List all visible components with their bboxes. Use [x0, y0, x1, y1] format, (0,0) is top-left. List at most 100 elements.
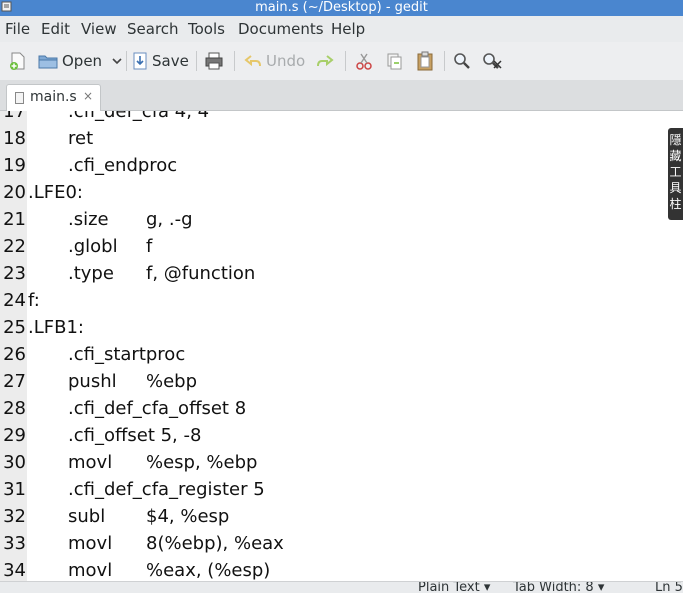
code-operand: %esp, %ebp	[146, 452, 258, 473]
undo-icon	[244, 55, 261, 67]
cut-button[interactable]	[356, 42, 372, 80]
toolbar-separator	[444, 51, 445, 71]
code-text: ret	[68, 128, 94, 149]
line-number: 31	[3, 479, 26, 500]
menu-file[interactable]: File	[5, 20, 30, 38]
code-text: subl	[68, 506, 106, 527]
ime-panel-char: 柱	[669, 197, 682, 211]
code-text: .globl	[68, 236, 118, 257]
status-bar: Plain Text ▾ Tab Width: 8 ▾ Ln 5	[0, 581, 683, 593]
gedit-app-icon	[1, 1, 12, 12]
menu-documents[interactable]: Documents	[238, 20, 324, 38]
code-text: .type	[68, 263, 114, 284]
cursor-position: Ln 5	[655, 581, 683, 593]
ime-panel-char: 藏	[669, 149, 682, 163]
code-line[interactable]: 17 .cfi_def_cfa 4, 4	[0, 111, 683, 128]
line-number: 32	[3, 506, 26, 527]
save-button[interactable]: Save	[132, 42, 189, 80]
line-number: 19	[3, 155, 26, 176]
code-text: .cfi_def_cfa_offset 8	[68, 398, 247, 419]
find-button[interactable]	[453, 42, 471, 80]
code-operand: 8(%ebp), %eax	[146, 533, 284, 554]
code-line[interactable]: 25 .LFB1:	[0, 317, 683, 344]
toolbar-separator	[345, 51, 346, 71]
code-line[interactable]: 24 f:	[0, 290, 683, 317]
save-icon	[133, 52, 147, 70]
line-number: 17	[3, 111, 26, 122]
find-replace-button[interactable]	[482, 42, 502, 80]
ime-panel-char: 隱	[669, 133, 682, 147]
code-line[interactable]: 27 pushl %ebp	[0, 371, 683, 398]
code-line[interactable]: 32 subl $4, %esp	[0, 506, 683, 533]
toolbar-separator	[234, 51, 235, 71]
code-line[interactable]: 31 .cfi_def_cfa_register 5	[0, 479, 683, 506]
code-operand: %eax, (%esp)	[146, 560, 271, 581]
document-tab-bar: main.s ×	[0, 80, 683, 111]
code-text: .cfi_def_cfa 4, 4	[68, 111, 210, 122]
code-text: .cfi_offset 5, -8	[68, 425, 202, 446]
code-line[interactable]: 18 ret	[0, 128, 683, 155]
toolbar-separator	[196, 51, 197, 71]
code-operand: %ebp	[146, 371, 198, 392]
line-number: 24	[3, 290, 26, 311]
code-line[interactable]: 29 .cfi_offset 5, -8	[0, 425, 683, 452]
title-bar: main.s (~/Desktop) - gedit	[0, 0, 683, 16]
code-operand: f, @function	[146, 263, 256, 284]
line-number: 20	[3, 182, 26, 203]
search-icon	[454, 53, 470, 69]
code-line[interactable]: 33 movl 8(%ebp), %eax	[0, 533, 683, 560]
open-label: Open	[62, 52, 103, 70]
menu-search[interactable]: Search	[127, 20, 179, 38]
language-selector[interactable]: Plain Text ▾	[418, 582, 490, 593]
print-button[interactable]	[204, 42, 224, 80]
line-number: 34	[3, 560, 26, 581]
new-document-button[interactable]	[9, 42, 27, 80]
undo-button[interactable]: Undo	[244, 42, 305, 80]
menu-bar: File Edit View Search Tools Documents He…	[0, 16, 683, 42]
close-tab-icon[interactable]: ×	[83, 89, 93, 103]
menu-help[interactable]: Help	[331, 20, 365, 38]
menu-edit[interactable]: Edit	[41, 20, 70, 38]
tab-width-selector[interactable]: Tab Width: 8 ▾	[513, 582, 604, 593]
code-text: pushl	[68, 371, 117, 392]
new-document-icon	[10, 52, 25, 70]
paste-button[interactable]	[416, 42, 434, 80]
code-line[interactable]: 26 .cfi_startproc	[0, 344, 683, 371]
code-text: movl	[68, 560, 113, 581]
line-number: 27	[3, 371, 26, 392]
code-text: .cfi_endproc	[68, 155, 178, 176]
redo-button[interactable]	[316, 42, 334, 80]
folder-icon	[38, 55, 58, 69]
undo-label: Undo	[266, 52, 306, 70]
copy-button[interactable]	[386, 42, 402, 80]
code-line[interactable]: 30 movl %esp, %ebp	[0, 452, 683, 479]
ime-panel-char: 工	[669, 165, 682, 179]
code-line[interactable]: 34 movl %eax, (%esp)	[0, 560, 683, 581]
code-line[interactable]: 19 .cfi_endproc	[0, 155, 683, 182]
line-number: 26	[3, 344, 26, 365]
code-line[interactable]: 23 .type f, @function	[0, 263, 683, 290]
window-title: main.s (~/Desktop) - gedit	[255, 0, 428, 15]
code-text: .cfi_startproc	[68, 344, 186, 365]
code-line[interactable]: 22 .globl f	[0, 236, 683, 263]
line-number: 22	[3, 236, 26, 257]
code-text: movl	[68, 452, 113, 473]
code-text: .cfi_def_cfa_register 5	[68, 479, 265, 500]
search-replace-icon	[483, 53, 502, 69]
code-line[interactable]: 21 .size g, .-g	[0, 209, 683, 236]
text-editor[interactable]: 17 .cfi_def_cfa 4, 4 18 ret 19 .cfi_endproc 20…	[0, 111, 683, 581]
code-line[interactable]: 28 .cfi_def_cfa_offset 8	[0, 398, 683, 425]
ime-hide-toolbar-panel[interactable]: 隱 藏 工 具 柱	[668, 128, 683, 220]
tab-main-s[interactable]: main.s ×	[6, 84, 101, 111]
toolbar-separator	[126, 51, 127, 71]
code-line[interactable]: 20 .LFE0:	[0, 182, 683, 209]
open-button[interactable]: Open	[38, 42, 123, 80]
redo-icon	[317, 55, 334, 67]
text-document-icon	[15, 92, 24, 104]
code-operand: g, .-g	[146, 209, 193, 230]
code-text: f:	[28, 290, 40, 311]
tab-label: main.s	[30, 89, 77, 105]
code-text: .LFE0:	[28, 182, 83, 203]
menu-view[interactable]: View	[81, 20, 117, 38]
menu-tools[interactable]: Tools	[188, 20, 225, 38]
